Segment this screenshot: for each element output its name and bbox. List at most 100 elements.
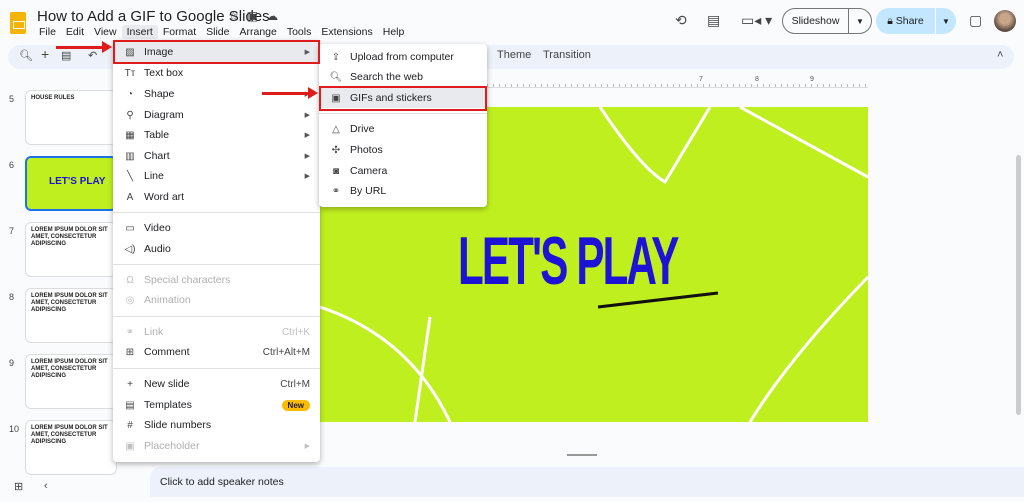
collapse-filmstrip-icon[interactable]: ‹ bbox=[44, 480, 48, 492]
menu-item-comment[interactable]: ⊞ Comment Ctrl+Alt+M bbox=[113, 342, 320, 362]
menu-format[interactable]: Format bbox=[158, 25, 201, 39]
slideshow-label[interactable]: Slideshow bbox=[783, 9, 849, 33]
menu-item-audio[interactable]: ◁) Audio bbox=[113, 239, 320, 259]
photos-icon: ✣ bbox=[331, 144, 341, 156]
search-icon: 🔍︎ bbox=[329, 71, 343, 83]
gemini-panel-icon[interactable]: ▢ bbox=[969, 12, 982, 29]
menu-item-special-characters[interactable]: Ω Special characters bbox=[113, 270, 320, 290]
avatar[interactable] bbox=[994, 10, 1016, 32]
menu-divider bbox=[113, 316, 320, 317]
menu-tools[interactable]: Tools bbox=[282, 25, 317, 39]
menubar: File Edit View Insert Format Slide Arrange Tool… bbox=[34, 25, 409, 39]
slide-number: 6 bbox=[9, 160, 15, 170]
undo-icon[interactable]: ↶ bbox=[88, 49, 97, 62]
menu-arrange[interactable]: Arrange bbox=[234, 25, 281, 39]
insert-menu: ▨Image▶TтText box◔Shape▶⚲Diagram▶▦Table▶… bbox=[113, 40, 320, 462]
comment-icon: ⊞ bbox=[125, 346, 135, 358]
grid-view-icon[interactable]: ⊞ bbox=[14, 480, 23, 493]
slide-thumbnail[interactable]: LOREM IPSUM DOLOR SIT AMET, CONSECTETUR … bbox=[25, 288, 117, 343]
menu-item-drive[interactable]: △ Drive bbox=[319, 119, 487, 139]
scrollbar[interactable] bbox=[1016, 155, 1021, 415]
link-icon: ⚭ bbox=[125, 326, 135, 338]
arrow-annotation bbox=[56, 41, 112, 53]
menu-slide[interactable]: Slide bbox=[201, 25, 234, 39]
move-folder-icon[interactable]: ▣ bbox=[247, 9, 266, 23]
cloud-status-icon[interactable]: ☁ bbox=[266, 9, 286, 23]
menu-help[interactable]: Help bbox=[378, 25, 410, 39]
omega-icon: Ω bbox=[126, 274, 134, 286]
menu-insert[interactable]: Insert bbox=[121, 25, 158, 39]
menu-item-photos[interactable]: ✣ Photos bbox=[319, 140, 487, 160]
menu-item-label: Special characters bbox=[144, 274, 231, 286]
arrow-annotation bbox=[262, 87, 318, 99]
menu-edit[interactable]: Edit bbox=[61, 25, 89, 39]
version-history-icon[interactable]: ⟲ bbox=[675, 12, 687, 29]
meet-icon[interactable]: ▭◂ ▾ bbox=[741, 12, 772, 29]
menu-item-slide-numbers[interactable]: # Slide numbers bbox=[113, 415, 320, 435]
share-label[interactable]: 🔒︎ Share bbox=[876, 8, 936, 34]
menu-item-placeholder[interactable]: ▣ Placeholder ▶ bbox=[113, 436, 320, 456]
resize-handle[interactable] bbox=[567, 454, 597, 456]
menu-item-label: Word art bbox=[144, 191, 185, 203]
slide-number: 9 bbox=[9, 358, 15, 368]
shape-icon: ◔ bbox=[126, 88, 134, 100]
slide-title[interactable]: LET'S PLAY bbox=[458, 222, 679, 300]
menu-item-label: New slide bbox=[144, 378, 190, 390]
menu-view[interactable]: View bbox=[89, 25, 122, 39]
highlight-box bbox=[113, 40, 320, 64]
plus-icon: + bbox=[127, 378, 133, 390]
menu-item-upload-from-computer[interactable]: ⇪ Upload from computer bbox=[319, 47, 487, 67]
menu-item-video[interactable]: ▭ Video bbox=[113, 218, 320, 238]
submenu-arrow-icon: ▶ bbox=[304, 132, 310, 139]
transition-button[interactable]: Transition bbox=[543, 49, 591, 61]
slides-logo[interactable] bbox=[10, 12, 26, 34]
slide-thumbnail[interactable]: HOUSE RULES bbox=[25, 90, 117, 145]
slide-thumbnail[interactable]: LOREM IPSUM DOLOR SIT AMET, CONSECTETUR … bbox=[25, 222, 117, 277]
menu-item-by-url[interactable]: ⚭ By URL bbox=[319, 181, 487, 201]
menu-file[interactable]: File bbox=[34, 25, 61, 39]
slideshow-button[interactable]: Slideshow ▼ bbox=[782, 8, 872, 34]
filmstrip: 5 HOUSE RULES 6 LET'S PLAY 7 LOREM IPSUM DOLO… bbox=[0, 88, 130, 475]
menu-item-diagram[interactable]: ⚲ Diagram ▶ bbox=[113, 105, 320, 125]
text-box-icon: Tт bbox=[124, 67, 136, 79]
slideshow-dropdown-icon[interactable]: ▼ bbox=[849, 17, 871, 26]
menu-item-table[interactable]: ▦ Table ▶ bbox=[113, 125, 320, 145]
theme-button[interactable]: Theme bbox=[497, 49, 531, 61]
audio-icon: ◁) bbox=[124, 243, 136, 255]
layout-icon[interactable]: ▤ bbox=[61, 49, 71, 62]
search-menus-icon[interactable]: 🔍︎ bbox=[19, 49, 33, 62]
thumbnail-title: HOUSE RULES bbox=[31, 95, 75, 101]
submenu-arrow-icon: ▶ bbox=[304, 112, 310, 119]
lock-icon: 🔒︎ bbox=[887, 15, 896, 27]
menu-item-line[interactable]: ╲ Line ▶ bbox=[113, 166, 320, 186]
menu-item-new-slide[interactable]: + New slide Ctrl+M bbox=[113, 374, 320, 394]
menu-item-label: Drive bbox=[350, 123, 375, 135]
menu-item-link[interactable]: ⚭ Link Ctrl+K bbox=[113, 322, 320, 342]
new-slide-icon[interactable]: + bbox=[41, 46, 49, 62]
menu-extensions[interactable]: Extensions bbox=[316, 25, 377, 39]
menu-divider bbox=[113, 264, 320, 265]
slide-thumbnail[interactable]: LOREM IPSUM DOLOR SIT AMET, CONSECTETUR … bbox=[25, 354, 117, 409]
slide-thumbnail[interactable]: LOREM IPSUM DOLOR SIT AMET, CONSECTETUR … bbox=[25, 420, 117, 475]
menu-item-animation[interactable]: ◎ Animation bbox=[113, 290, 320, 310]
menu-item-text-box[interactable]: Tт Text box bbox=[113, 63, 320, 83]
ruler-label: 7 bbox=[699, 76, 703, 83]
title-actions: ☆▣☁ bbox=[228, 9, 286, 23]
share-button[interactable]: 🔒︎ Share ▼ bbox=[876, 8, 956, 34]
menu-item-templates[interactable]: ▤ Templates New bbox=[113, 395, 320, 415]
submenu-arrow-icon: ▶ bbox=[304, 173, 310, 180]
collapse-toolbar-icon[interactable]: ˄ bbox=[997, 49, 1003, 61]
speaker-notes[interactable]: Click to add speaker notes bbox=[150, 467, 1024, 497]
table-icon: ▦ bbox=[125, 129, 135, 141]
comments-icon[interactable]: ▤ bbox=[707, 12, 720, 29]
slide-thumbnail[interactable]: LET'S PLAY bbox=[25, 156, 117, 211]
video-icon: ▭ bbox=[125, 222, 135, 234]
star-icon[interactable]: ☆ bbox=[228, 9, 247, 23]
menu-item-chart[interactable]: ▥ Chart ▶ bbox=[113, 146, 320, 166]
menu-item-word-art[interactable]: A Word art bbox=[113, 187, 320, 207]
ruler-label: 9 bbox=[810, 76, 814, 83]
menu-item-camera[interactable]: ◙ Camera bbox=[319, 161, 487, 181]
share-dropdown-icon[interactable]: ▼ bbox=[936, 17, 956, 26]
menu-item-search-the-web[interactable]: 🔍︎ Search the web bbox=[319, 67, 487, 87]
shortcut: Ctrl+K bbox=[281, 326, 310, 338]
